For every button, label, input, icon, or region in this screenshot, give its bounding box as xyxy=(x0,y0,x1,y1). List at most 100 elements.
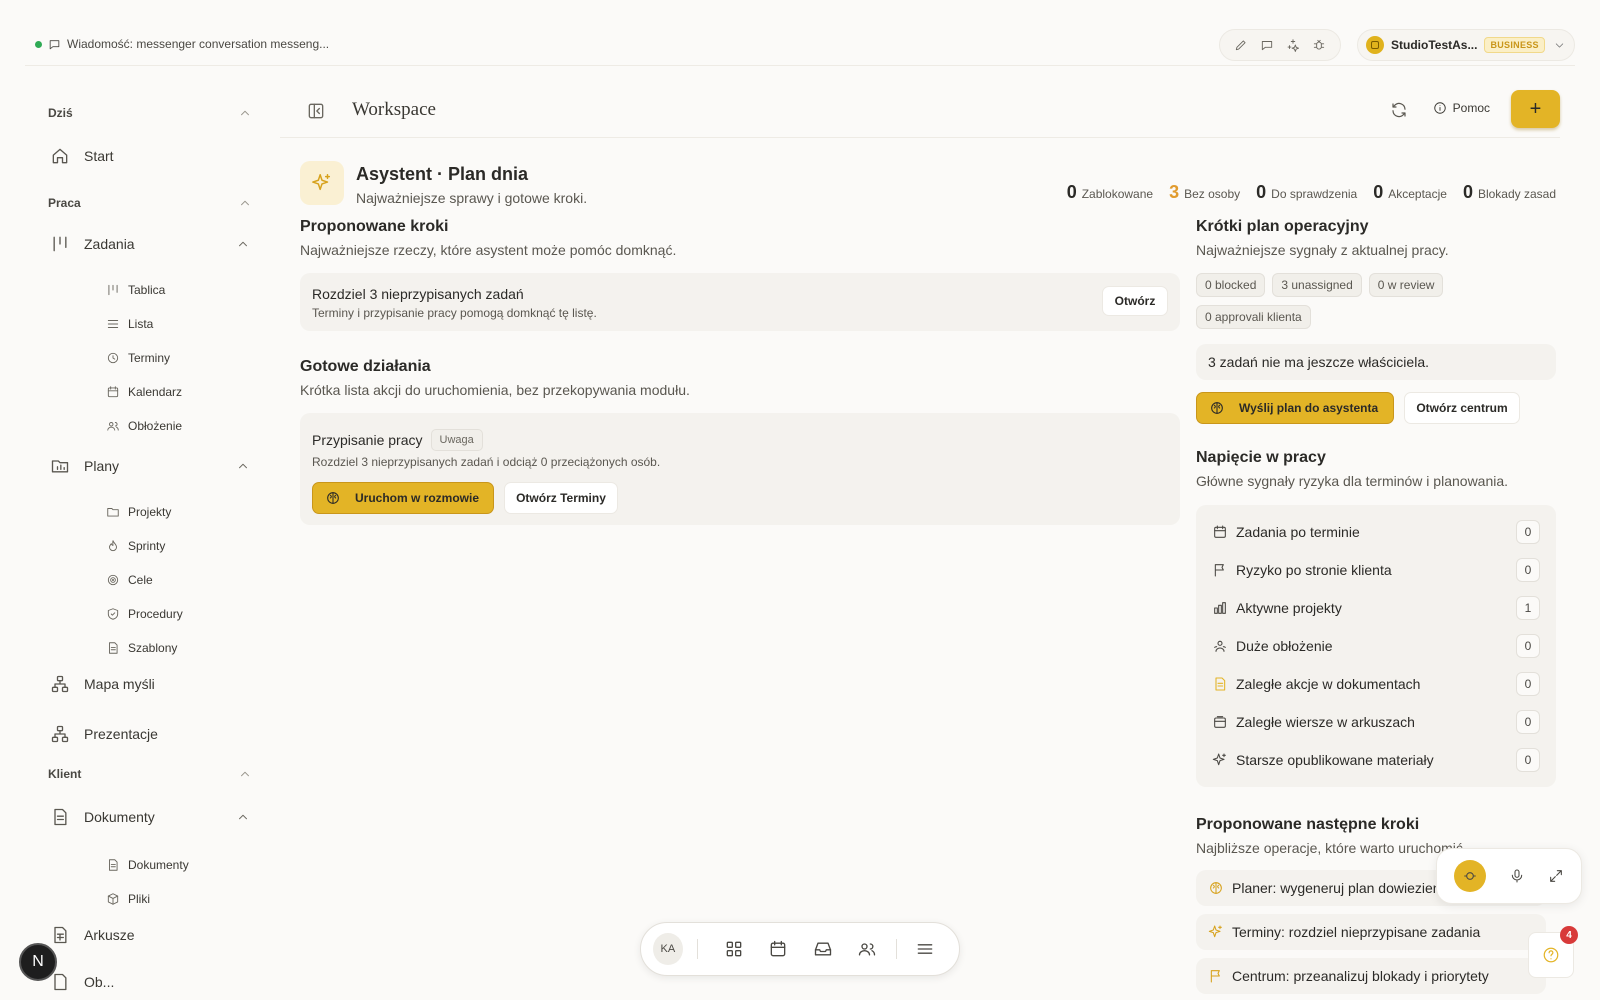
risk-row-overdue[interactable]: Zadania po terminie 0 xyxy=(1212,517,1540,547)
sidebar-item-plans[interactable]: Plany xyxy=(50,456,250,476)
tension-subtitle: Główne sygnały ryzyka dla terminów i pla… xyxy=(1196,473,1509,489)
stat-label: Bez osoby xyxy=(1184,187,1241,201)
chip-review[interactable]: 0 w review xyxy=(1368,273,1444,297)
help-button[interactable]: Pomoc xyxy=(1433,101,1490,115)
risk-row-projects[interactable]: Aktywne projekty 1 xyxy=(1212,593,1540,623)
stat-approvals[interactable]: 0 Akceptacje xyxy=(1373,182,1447,203)
sidebar-subitem-templates[interactable]: Szablony xyxy=(106,641,177,655)
open-button[interactable]: Otwórz xyxy=(1102,286,1168,316)
sidebar-subitem-list[interactable]: Lista xyxy=(106,317,153,331)
sidebar-item-sheets[interactable]: Arkusze xyxy=(50,925,250,945)
open-deadlines-button[interactable]: Otwórz Terminy xyxy=(504,482,618,514)
org-name: StudioTestAs... xyxy=(1391,38,1478,52)
section-work[interactable]: Praca xyxy=(48,196,252,210)
add-button[interactable]: + xyxy=(1511,90,1560,128)
sidebar-item-cut[interactable]: Ob... xyxy=(50,972,250,992)
sidebar-subitem-projects[interactable]: Projekty xyxy=(106,505,171,519)
stat-value: 0 xyxy=(1373,182,1384,202)
sidebar-item-presentations[interactable]: Prezentacje xyxy=(50,724,250,744)
sidebar-toggle-icon[interactable] xyxy=(306,101,326,121)
send-plan-button[interactable]: Wyślij plan do asystenta xyxy=(1196,392,1394,424)
sidebar-item-tasks[interactable]: Zadania xyxy=(50,234,250,254)
org-switcher[interactable]: StudioTestAs... BUSINESS xyxy=(1357,29,1575,61)
run-in-chat-button[interactable]: Uruchom w rozmowie xyxy=(312,482,494,514)
section-label: Praca xyxy=(48,196,81,210)
risk-row-workload[interactable]: Duże obłożenie 0 xyxy=(1212,631,1540,661)
sidebar-subitem-label: Sprinty xyxy=(128,539,166,553)
assistant-title: Asystent · Plan dnia xyxy=(356,164,529,184)
chip-unassigned[interactable]: 3 unassigned xyxy=(1272,273,1362,297)
sidebar-subitem-board[interactable]: Tablica xyxy=(106,283,165,297)
microphone-icon[interactable] xyxy=(1509,868,1525,884)
sidebar-subitem-procedures[interactable]: Procedury xyxy=(106,607,183,621)
conversation-indicator[interactable]: Wiadomość: messenger conversation messen… xyxy=(35,37,329,51)
stat-review[interactable]: 0 Do sprawdzenia xyxy=(1256,182,1357,203)
dock-inbox-button[interactable] xyxy=(801,939,846,959)
open-center-button[interactable]: Otwórz centrum xyxy=(1404,392,1520,424)
sidebar-subitem-label: Obłożenie xyxy=(128,419,183,433)
risk-label: Zaległe wiersze w arkuszach xyxy=(1236,714,1415,730)
dock-grid-button[interactable] xyxy=(712,939,757,959)
pen-icon[interactable] xyxy=(1234,38,1248,52)
ready-card-title: Przypisanie pracy xyxy=(312,432,423,448)
sidebar-subitem-documents[interactable]: Dokumenty xyxy=(106,858,189,872)
sidebar-item-label: Dokumenty xyxy=(84,809,155,825)
sparkles-icon[interactable] xyxy=(1286,38,1300,52)
chip-client-approvals[interactable]: 0 approvali klienta xyxy=(1196,305,1311,329)
next-step-label: Centrum: przeanalizuj blokady i prioryte… xyxy=(1232,968,1489,984)
bug-icon[interactable] xyxy=(1312,38,1326,52)
sidebar-subitem-label: Dokumenty xyxy=(128,858,189,872)
expand-icon[interactable] xyxy=(1548,868,1564,884)
ready-subtitle: Krótka lista akcji do uruchomienia, bez … xyxy=(300,382,690,398)
next-step-label: Terminy: rozdziel nieprzypisane zadania xyxy=(1232,924,1481,940)
sidebar: Dziś Start Praca Zadania Tablica Lista T… xyxy=(30,92,270,1000)
risk-row-materials[interactable]: Starsze opublikowane materiały 0 xyxy=(1212,745,1540,775)
stat-blocked[interactable]: 0 Zablokowane xyxy=(1067,182,1153,203)
dock-calendar-button[interactable] xyxy=(756,939,801,959)
sidebar-item-start[interactable]: Start xyxy=(50,146,250,166)
risk-count: 0 xyxy=(1516,748,1540,772)
folder-icon xyxy=(107,508,119,517)
next-step-deadlines[interactable]: Terminy: rozdziel nieprzypisane zadania xyxy=(1196,914,1546,950)
stat-policy-blocks[interactable]: 0 Blokady zasad xyxy=(1463,182,1556,203)
dock-people-button[interactable] xyxy=(845,939,890,959)
next-step-center[interactable]: Centrum: przeanalizuj blokady i prioryte… xyxy=(1196,958,1546,994)
sidebar-item-documents[interactable]: Dokumenty xyxy=(50,807,250,827)
avatar[interactable]: KA xyxy=(653,933,683,965)
tension-title: Napięcie w pracy xyxy=(1196,449,1326,466)
n-app-button[interactable]: N xyxy=(19,943,57,981)
chat-bubble-icon[interactable] xyxy=(1260,38,1274,52)
chevron-up-icon[interactable] xyxy=(236,810,250,824)
sidebar-subitem-deadlines[interactable]: Terminy xyxy=(106,351,170,365)
chevron-up-icon xyxy=(241,771,249,777)
sidebar-subitem-files[interactable]: Pliki xyxy=(106,892,150,906)
chip-blocked[interactable]: 0 blocked xyxy=(1196,273,1266,297)
sidebar-subitem-sprints[interactable]: Sprinty xyxy=(106,539,165,553)
voice-orb-icon[interactable] xyxy=(1454,860,1487,892)
dock-menu-button[interactable] xyxy=(903,939,948,959)
sidebar-subitem-label: Pliki xyxy=(128,892,151,906)
risk-row-client[interactable]: Ryzyko po stronie klienta 0 xyxy=(1212,555,1540,585)
chevron-up-icon[interactable] xyxy=(236,459,250,473)
refresh-icon[interactable] xyxy=(1390,101,1408,119)
section-client[interactable]: Klient xyxy=(48,767,252,781)
inbox-icon xyxy=(814,942,832,956)
sidebar-subitem-goals[interactable]: Cele xyxy=(106,573,153,587)
brain-icon xyxy=(327,492,339,504)
dock-divider xyxy=(696,939,698,959)
chevron-up-icon[interactable] xyxy=(236,237,250,251)
risk-row-documents[interactable]: Zaległe akcje w dokumentach 0 xyxy=(1212,669,1540,699)
sidebar-item-mindmap[interactable]: Mapa myśli xyxy=(50,674,250,694)
sidebar-subitem-workload[interactable]: Obłożenie xyxy=(106,419,182,433)
risk-row-sheets[interactable]: Zaległe wiersze w arkuszach 0 xyxy=(1212,707,1540,737)
stat-unassigned[interactable]: 3 Bez osoby xyxy=(1169,182,1240,203)
assistant-sparkles-icon xyxy=(300,161,344,205)
sparkles-icon xyxy=(1208,925,1222,938)
ops-subtitle: Najważniejsze sygnały z aktualnej pracy. xyxy=(1196,242,1449,258)
ops-note: 3 zadań nie ma jeszcze właściciela. xyxy=(1196,344,1556,380)
top-bar: Wiadomość: messenger conversation messen… xyxy=(25,26,1575,66)
sidebar-subitem-calendar[interactable]: Kalendarz xyxy=(106,385,182,399)
section-today[interactable]: Dziś xyxy=(48,106,252,120)
calendar-icon xyxy=(1214,525,1226,538)
question-icon xyxy=(1543,947,1559,963)
